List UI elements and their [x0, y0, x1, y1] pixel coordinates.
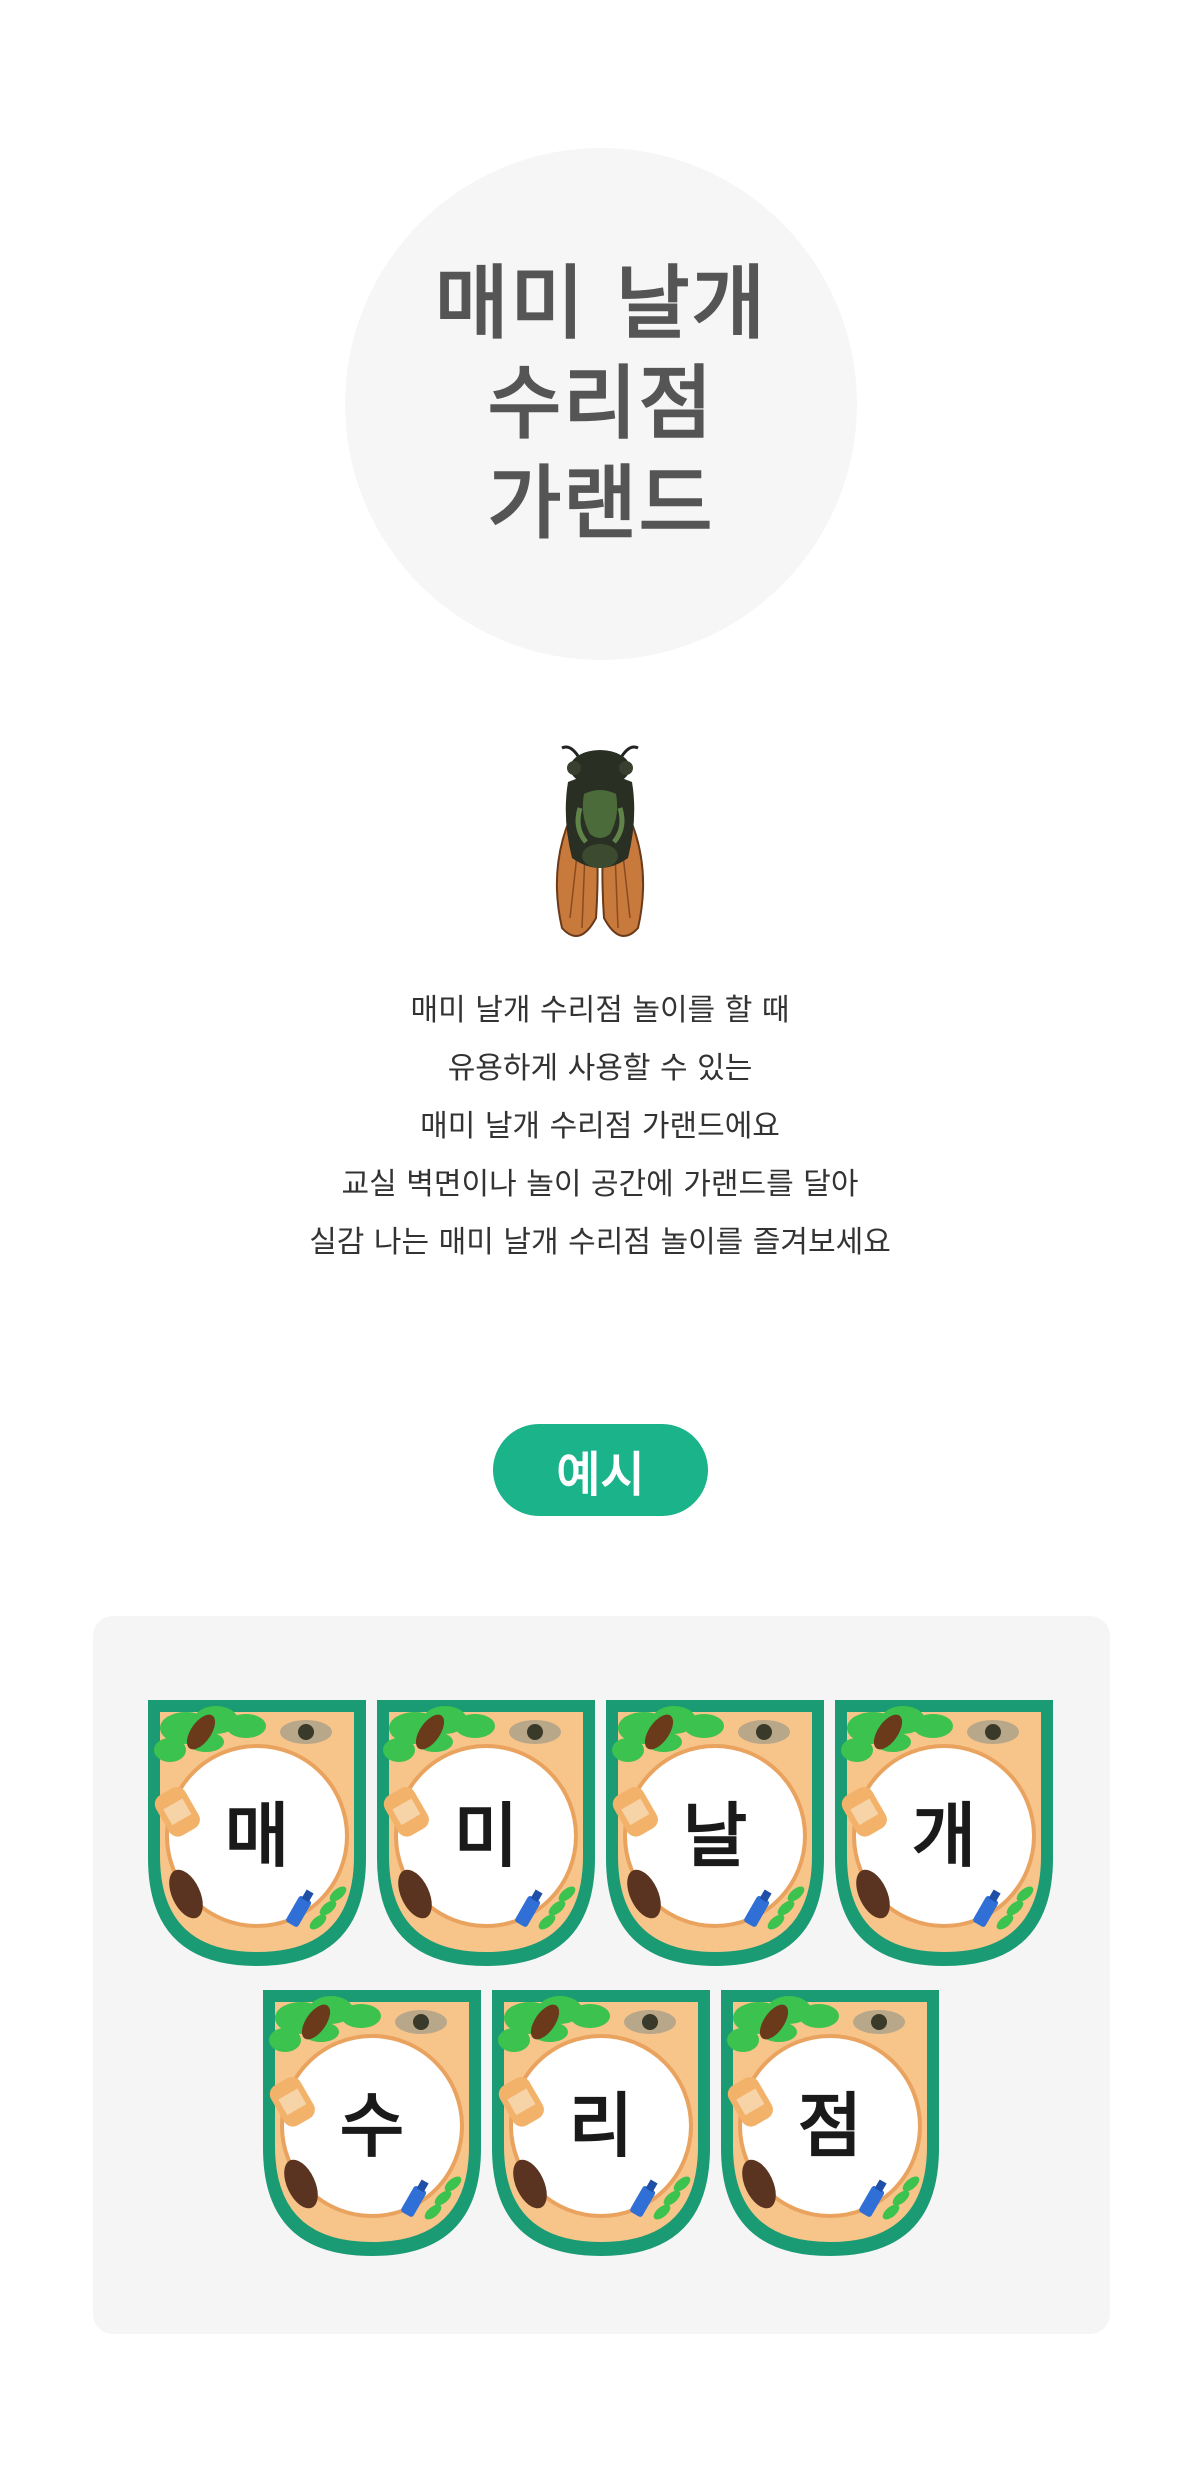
description-line: 교실 벽면이나 놀이 공간에 가랜드를 달아 [341, 1167, 859, 1202]
pennant-letter: 리 [568, 2085, 634, 2167]
example-box: 매 미 날 개 수 리 점 [93, 1616, 1110, 2334]
pennant: 날 [604, 1698, 826, 1968]
hero-title-line-2: 수리점 [487, 357, 715, 450]
hero-title-circle: 매미 날개 수리점 가랜드 [345, 148, 857, 660]
pennant-letter: 날 [682, 1795, 748, 1877]
description-line: 유용하게 사용할 수 있는 [447, 1051, 753, 1086]
description-line: 실감 나는 매미 날개 수리점 놀이를 즐겨보세요 [309, 1225, 891, 1260]
pennant-letter: 매 [224, 1795, 290, 1877]
hero-title-line-1: 매미 날개 [434, 257, 768, 350]
description-line: 매미 날개 수리점 놀이를 할 때 [410, 993, 790, 1028]
hero-title-line-3: 가랜드 [487, 457, 715, 550]
pennant-letter: 개 [911, 1795, 977, 1877]
pennant-letter: 미 [453, 1795, 519, 1877]
pennant: 미 [375, 1698, 597, 1968]
pennant: 수 [261, 1988, 483, 2258]
pennant-letter: 수 [339, 2085, 405, 2167]
pennant: 점 [719, 1988, 941, 2258]
pennant: 매 [146, 1698, 368, 1968]
cicada-icon [540, 738, 660, 950]
example-label-pill: 예시 [493, 1424, 708, 1516]
description-line: 매미 날개 수리점 가랜드에요 [420, 1109, 780, 1144]
pennant: 리 [490, 1988, 712, 2258]
pennant: 개 [833, 1698, 1055, 1968]
pennant-letter: 점 [797, 2085, 863, 2167]
description: 매미 날개 수리점 놀이를 할 때 유용하게 사용할 수 있는 매미 날개 수리… [0, 982, 1200, 1272]
